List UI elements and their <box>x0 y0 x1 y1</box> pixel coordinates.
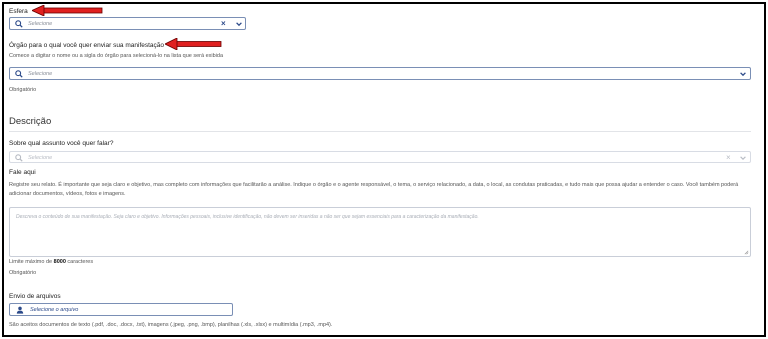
instructions-text: Registre seu relato. É importante que se… <box>9 182 739 197</box>
accepted-formats: São aceitos documentos de texto (.pdf, .… <box>9 322 333 328</box>
esfera-select[interactable]: Selecione × <box>9 17 246 30</box>
red-arrow-esfera <box>32 5 103 16</box>
orgao-label: Órgão para o qual você quer enviar sua m… <box>9 42 165 49</box>
arquivos-label: Envio de arquivos <box>9 293 61 300</box>
assunto-label: Sobre qual assunto você quer falar? <box>9 140 114 147</box>
select-file-button[interactable]: Selecione o arquivo <box>9 303 233 316</box>
divider <box>9 131 751 132</box>
select-file-label: Selecione o arquivo <box>30 307 79 313</box>
resize-grip-icon[interactable] <box>744 250 749 255</box>
descricao-required: Obrigatório <box>9 270 37 276</box>
textarea-placeholder: Descreva o conteúdo de sua manifestação.… <box>16 214 479 220</box>
esfera-label: Esfera <box>9 8 28 15</box>
manifestacao-textarea[interactable]: Descreva o conteúdo de sua manifestação.… <box>9 207 751 257</box>
search-icon <box>15 20 23 28</box>
limit-suffix: caracteres <box>65 259 94 265</box>
chevron-down-icon[interactable] <box>739 70 747 78</box>
fale-aqui-label: Fale aqui <box>9 169 36 176</box>
search-icon <box>15 70 23 78</box>
red-arrow-orgao <box>165 38 222 50</box>
close-icon[interactable]: × <box>221 18 226 29</box>
orgao-required: Obrigatório <box>9 87 37 93</box>
close-icon[interactable]: × <box>726 152 731 163</box>
limit-prefix: Limite máximo de <box>9 259 54 265</box>
assunto-select[interactable]: Selecione × <box>9 151 751 163</box>
assunto-placeholder: Selecione <box>28 154 53 161</box>
chevron-down-icon[interactable] <box>739 154 747 162</box>
chevron-down-icon[interactable] <box>235 20 243 28</box>
orgao-select[interactable]: Selecione <box>9 67 751 80</box>
user-icon <box>16 306 24 314</box>
section-title-descricao: Descrição <box>9 116 52 127</box>
orgao-placeholder: Selecione <box>28 70 53 77</box>
esfera-placeholder: Selecione <box>28 20 53 27</box>
limit-value: 8000 <box>53 259 66 265</box>
character-limit: Limite máximo de 8000 caracteres <box>9 259 93 265</box>
search-icon <box>15 154 23 162</box>
orgao-help: Comece a digitar o nome ou a sigla do ór… <box>9 53 224 59</box>
